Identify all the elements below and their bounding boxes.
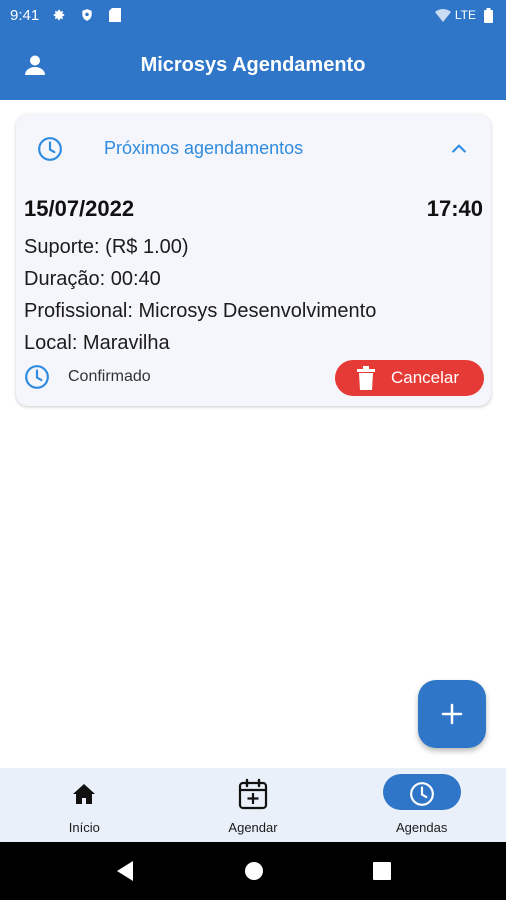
appointment-time: 17:40 (426, 196, 483, 221)
nav-label-inicio: Início (68, 820, 100, 835)
chevron-up-icon[interactable] (449, 139, 469, 159)
card-header-title: Próximos agendamentos (104, 138, 304, 158)
plus-icon (441, 703, 463, 725)
appointment-service: Suporte: (R$ 1.00) (24, 236, 189, 258)
cancel-button-label: Cancelar (391, 368, 460, 387)
profile-button[interactable] (0, 30, 70, 100)
appointment-professional: Profissional: Microsys Desenvolvimento (24, 300, 377, 322)
cancel-button[interactable]: Cancelar (335, 360, 484, 396)
user-icon (25, 55, 45, 75)
card-header[interactable]: Próximos agendamentos (16, 114, 491, 184)
wifi-icon (434, 7, 451, 23)
app-bar: Microsys Agendamento (0, 30, 506, 100)
appointment-card: Próximos agendamentos 15/07/2022 17:40 S… (16, 114, 491, 406)
appointment-date: 15/07/2022 (24, 196, 135, 221)
shield-icon (79, 7, 95, 23)
status-time: 9:41 (10, 6, 40, 24)
bottom-nav: Início Agendar Agendas (0, 768, 506, 842)
clock-icon (38, 137, 62, 161)
nav-item-inicio[interactable]: Início (0, 768, 169, 842)
home-icon (72, 776, 96, 812)
appointment-duration: Duração: 00:40 (24, 268, 161, 290)
battery-icon (480, 7, 496, 23)
recents-icon[interactable] (373, 862, 392, 880)
network-label: LTE (454, 8, 476, 22)
nav-item-agendas[interactable]: Agendas (337, 768, 506, 842)
app-title: Microsys Agendamento (140, 53, 366, 76)
system-nav-bar (0, 842, 506, 900)
settings-icon (51, 7, 67, 23)
clock-icon (409, 776, 435, 812)
sim-card-icon (107, 7, 123, 23)
status-clock-icon (25, 365, 49, 389)
appointment-location: Local: Maravilha (24, 332, 170, 354)
trash-icon (351, 360, 381, 396)
home-circle-icon[interactable] (244, 861, 264, 881)
add-appointment-button[interactable] (418, 680, 486, 748)
nav-label-agendas: Agendas (396, 820, 448, 835)
status-bar: 9:41 LTE (0, 0, 506, 30)
back-icon[interactable] (115, 860, 135, 882)
appointment-status: Confirmado (24, 364, 151, 390)
calendar-plus-icon (238, 776, 268, 812)
status-label: Confirmado (68, 368, 151, 385)
nav-item-agendar[interactable]: Agendar (169, 768, 338, 842)
nav-label-agendar: Agendar (228, 820, 278, 835)
